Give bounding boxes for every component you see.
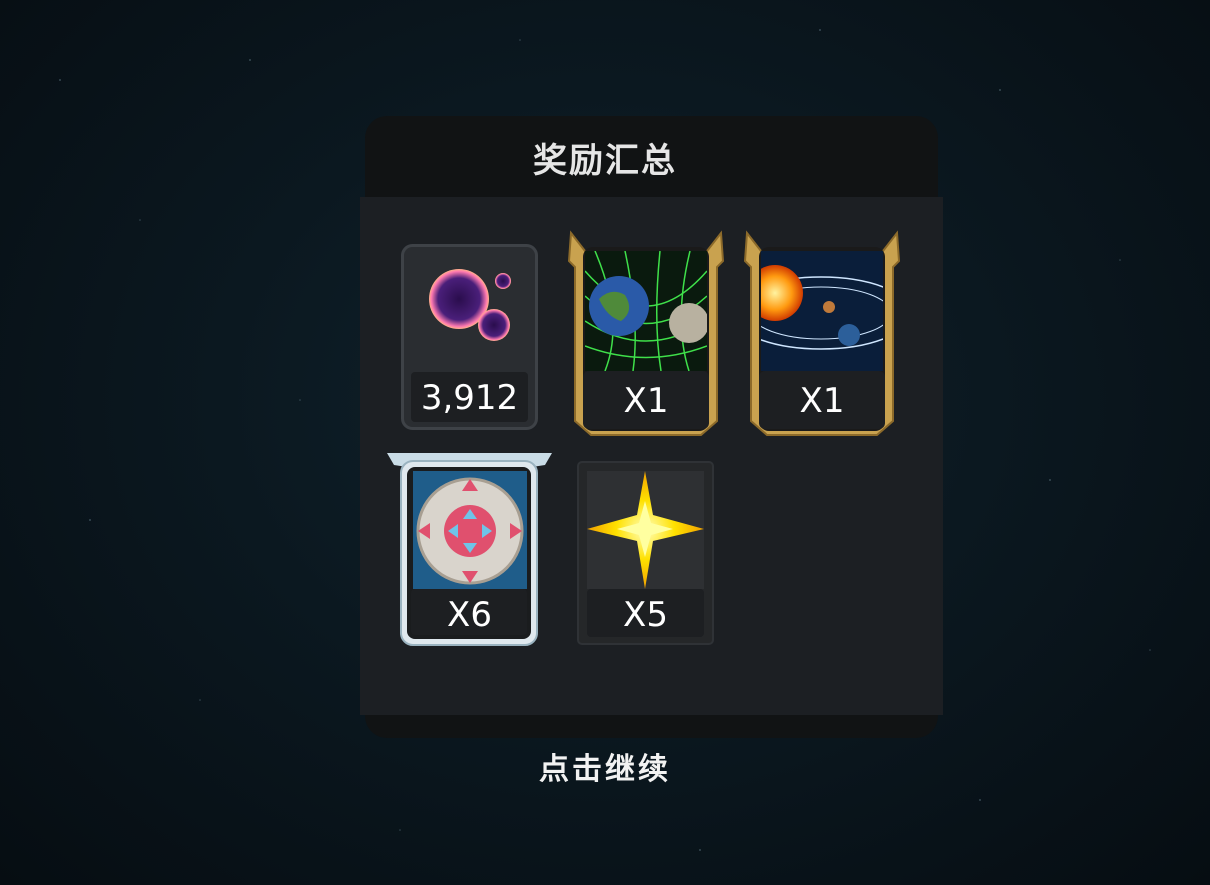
reward-card-star[interactable]: X5 — [577, 461, 714, 645]
tap-to-continue-label[interactable]: 点击继续 — [0, 744, 1210, 788]
reward-quantity: 3,912 — [420, 378, 519, 418]
reward-quantity: X6 — [447, 595, 492, 635]
dark-matter-orbs-icon — [411, 254, 528, 372]
star-burst-icon — [587, 471, 704, 589]
reward-card-earth-moon[interactable]: X1 — [561, 221, 731, 438]
earth-moon-gravity-grid-icon — [585, 251, 707, 371]
reward-quantity: X1 — [799, 381, 845, 421]
reward-card-dark-matter[interactable]: 3,912 — [401, 244, 538, 430]
reward-quantity: X5 — [623, 595, 668, 635]
solar-system-orbit-icon — [761, 251, 883, 371]
expansion-arrows-icon — [413, 471, 527, 589]
reward-quantity: X1 — [623, 381, 669, 421]
reward-card-expansion[interactable]: X6 — [387, 449, 552, 649]
reward-card-solar-system[interactable]: X1 — [737, 221, 907, 438]
panel-title: 奖励汇总 — [533, 141, 677, 181]
